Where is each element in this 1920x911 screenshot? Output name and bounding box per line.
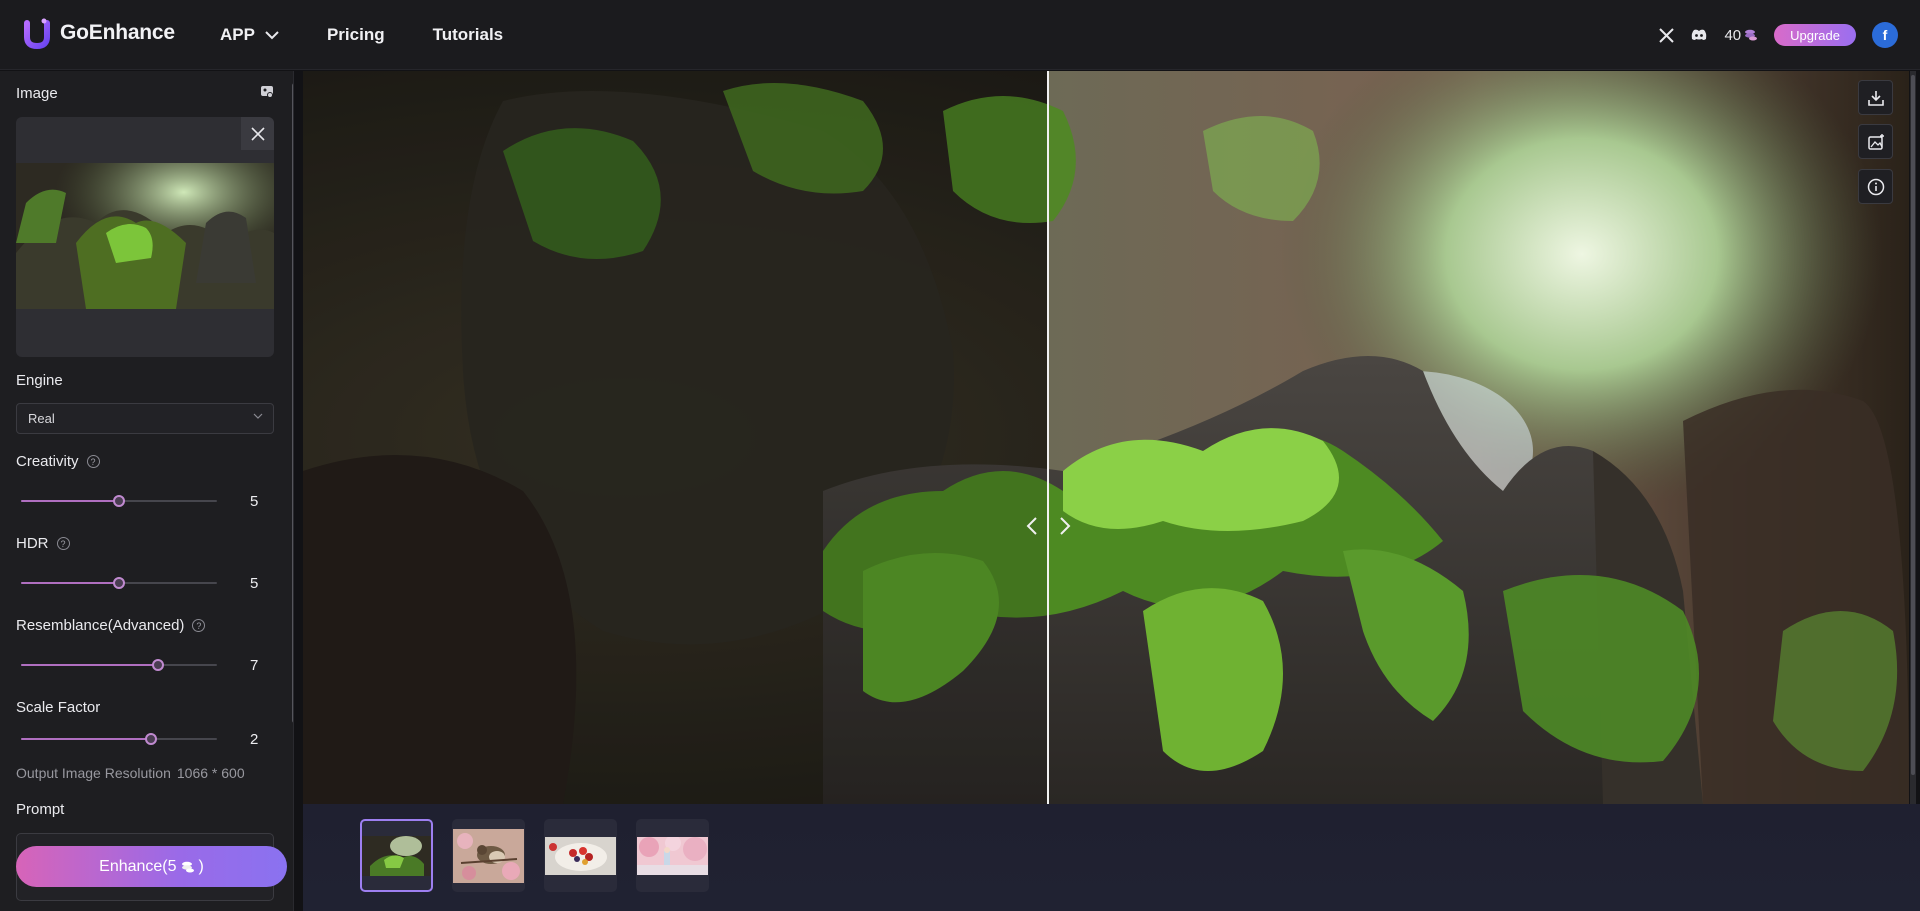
discord-icon[interactable] — [1690, 28, 1708, 42]
credits-counter: 40 — [1724, 27, 1758, 44]
nav-pricing[interactable]: Pricing — [327, 25, 385, 45]
header-right-tools: 40 Upgrade f — [1659, 0, 1898, 70]
logo[interactable]: GoEnhance — [22, 17, 175, 49]
thumbnail-image — [545, 836, 616, 875]
close-icon — [250, 126, 265, 141]
output-resolution-value: 1066 * 600 — [176, 765, 245, 781]
creativity-label: Creativity? — [16, 453, 100, 470]
info-button[interactable] — [1858, 169, 1893, 204]
prompt-label: Prompt — [16, 801, 65, 818]
enhance-button-label: Enhance(5 — [99, 857, 177, 875]
resemblance-slider[interactable] — [21, 658, 217, 672]
image-upload-area[interactable] — [16, 117, 274, 357]
coin-stack-icon — [181, 861, 194, 872]
thumbnail-moss-rock[interactable] — [360, 819, 433, 892]
slider-handle[interactable] — [113, 577, 125, 589]
sample-thumbnail-strip — [303, 804, 1920, 911]
creativity-slider[interactable] — [21, 494, 217, 508]
brand-name: GoEnhance — [60, 21, 175, 44]
help-icon[interactable]: ? — [192, 619, 206, 632]
chevron-down-icon — [265, 30, 279, 39]
sidebar-scrollbar[interactable] — [292, 83, 293, 723]
nav-app[interactable]: APP — [220, 25, 279, 45]
resemblance-label-text: Resemblance(Advanced) — [16, 617, 185, 634]
thumbnail-bird[interactable] — [452, 819, 525, 892]
resemblance-label: Resemblance(Advanced)? — [16, 617, 206, 634]
credits-value: 40 — [1724, 26, 1742, 44]
thumbnail-image — [453, 828, 524, 883]
coin-stack-icon — [1745, 29, 1758, 41]
engine-label: Engine — [16, 372, 63, 389]
thumbnail-image — [637, 836, 708, 875]
main-nav: APP Pricing Tutorials — [220, 0, 551, 70]
slider-handle[interactable] — [152, 659, 164, 671]
remove-image-button[interactable] — [241, 117, 274, 150]
scale-factor-slider[interactable] — [21, 732, 217, 746]
comparison-preview[interactable] — [303, 71, 1909, 804]
thumbnail-pink-trees[interactable] — [636, 819, 709, 892]
download-button[interactable] — [1858, 80, 1893, 115]
preview-scrollbar[interactable] — [1910, 71, 1916, 804]
output-resolution: Output Image Resolution 1066 * 600 — [16, 765, 245, 781]
nav-tutorials[interactable]: Tutorials — [433, 25, 504, 45]
chevron-right-icon[interactable] — [1058, 516, 1072, 536]
comparison-divider[interactable] — [1047, 71, 1049, 804]
chevron-down-icon — [253, 413, 263, 419]
creativity-label-text: Creativity — [16, 453, 79, 470]
engine-select-value: Real — [28, 411, 55, 426]
thumbnail-image — [362, 835, 431, 876]
nav-app-label: APP — [220, 25, 255, 44]
image-tools-button[interactable] — [1858, 124, 1893, 159]
nav-tutorials-label: Tutorials — [432, 25, 504, 44]
enhance-button-suffix: ) — [198, 857, 204, 875]
slider-handle[interactable] — [113, 495, 125, 507]
scale-factor-label: Scale Factor — [16, 699, 101, 716]
chevron-left-icon[interactable] — [1025, 516, 1039, 536]
scale-factor-value: 2 — [250, 731, 259, 748]
image-label: Image — [16, 85, 58, 102]
slider-handle[interactable] — [145, 733, 157, 745]
download-icon — [1867, 90, 1884, 106]
hdr-label-text: HDR — [16, 535, 49, 552]
nav-pricing-label: Pricing — [326, 25, 385, 44]
hdr-value: 5 — [250, 575, 259, 592]
info-icon — [1867, 178, 1884, 195]
help-icon[interactable]: ? — [56, 537, 70, 550]
resemblance-value: 7 — [250, 657, 259, 674]
creativity-value: 5 — [250, 493, 259, 510]
hdr-label: HDR? — [16, 535, 70, 552]
moss-rock-image — [303, 71, 1909, 804]
avatar[interactable]: f — [1872, 22, 1898, 48]
x-twitter-icon[interactable] — [1659, 27, 1675, 43]
image-settings-icon[interactable] — [260, 85, 274, 99]
engine-select[interactable]: Real — [16, 403, 274, 434]
enhance-button[interactable]: Enhance(5 ) — [16, 846, 287, 887]
hdr-slider[interactable] — [21, 576, 217, 590]
settings-sidebar: Image Engine Real Creativity? 5 HDR? 5 R… — [0, 71, 294, 911]
help-icon[interactable]: ? — [86, 455, 100, 468]
upgrade-button[interactable]: Upgrade — [1774, 24, 1856, 46]
uploaded-image-thumbnail — [16, 163, 274, 309]
thumbnail-fruit-tart[interactable] — [544, 819, 617, 892]
image-sparkle-icon — [1867, 133, 1884, 150]
top-bar: GoEnhance APP Pricing Tutorials 40 Upgra… — [0, 0, 1920, 70]
goenhance-logo-icon — [24, 18, 50, 49]
output-resolution-label: Output Image Resolution — [16, 765, 171, 781]
